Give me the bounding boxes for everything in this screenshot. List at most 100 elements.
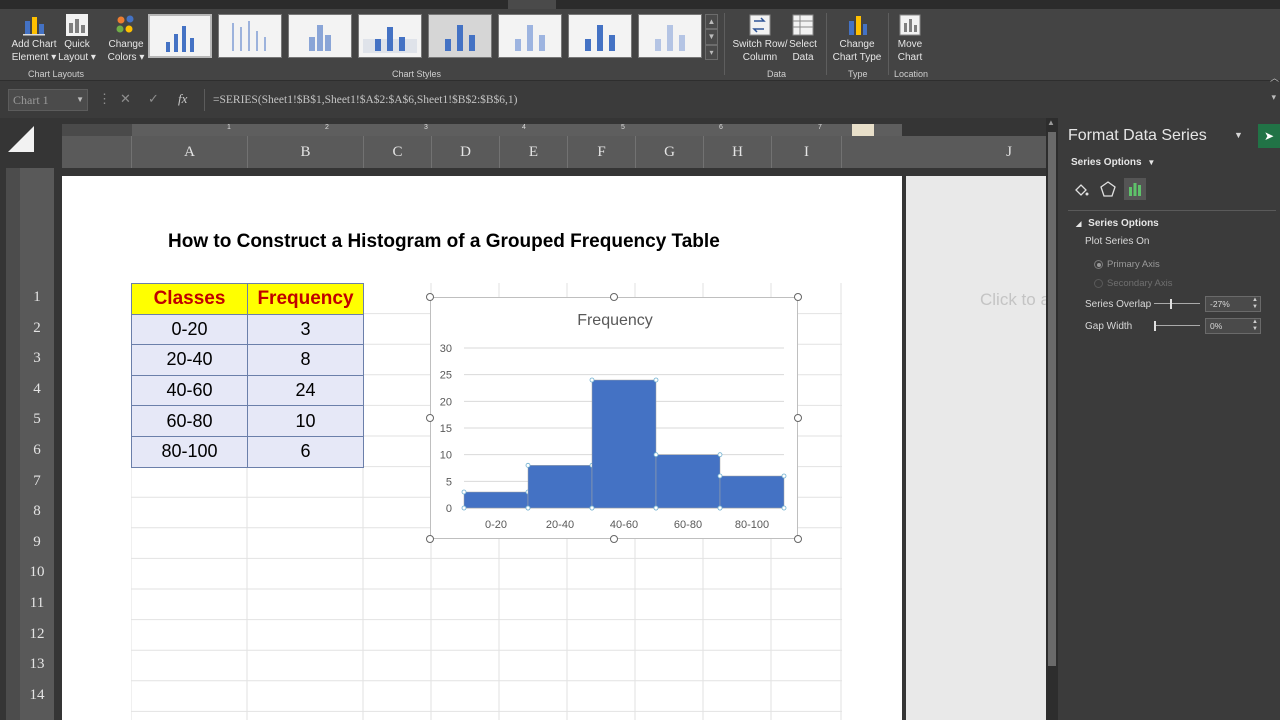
row-header[interactable]: 11 bbox=[20, 595, 54, 626]
vertical-scrollbar[interactable]: ▲ bbox=[1046, 118, 1058, 720]
series-options-dropdown[interactable]: Series Options ▼ bbox=[1071, 157, 1155, 168]
ruler-margin-marker[interactable] bbox=[852, 124, 874, 136]
chart-style-7[interactable] bbox=[568, 14, 632, 58]
row-header[interactable]: 7 bbox=[20, 473, 54, 504]
row-header[interactable]: 6 bbox=[20, 442, 54, 473]
frequency-cell[interactable]: 8 bbox=[247, 344, 364, 376]
series-overlap-slider[interactable] bbox=[1154, 299, 1200, 309]
chart-style-1[interactable] bbox=[148, 14, 212, 58]
chart-plot-area[interactable]: 0 5 10 15 20 25 30 0-20 20-40 40-60 60-80 80-100 bbox=[431, 298, 799, 540]
column-header-b[interactable]: B bbox=[248, 136, 364, 168]
header-placeholder[interactable]: Click to a bbox=[980, 290, 1050, 310]
chart-style-2[interactable] bbox=[218, 14, 282, 58]
resize-handle[interactable] bbox=[426, 535, 434, 543]
row-header[interactable]: 12 bbox=[20, 626, 54, 657]
switch-row-column-button[interactable]: Switch Row/ Column bbox=[732, 13, 788, 64]
formula-input[interactable]: =SERIES(Sheet1!$B$1,Sheet1!$A$2:$A$6,She… bbox=[204, 89, 1268, 111]
chart-style-5[interactable] bbox=[428, 14, 492, 58]
row-header[interactable]: 4 bbox=[20, 381, 54, 412]
scroll-up-icon[interactable]: ▲ bbox=[1047, 118, 1055, 127]
class-cell[interactable]: 40-60 bbox=[131, 374, 248, 407]
column-header-f[interactable]: F bbox=[568, 136, 636, 168]
change-chart-type-button[interactable]: Change Chart Type bbox=[832, 13, 882, 64]
chart-style-4[interactable] bbox=[358, 14, 422, 58]
name-box-dropdown-icon[interactable]: ▼ bbox=[76, 90, 84, 110]
histogram-bar[interactable] bbox=[655, 454, 721, 509]
gallery-up-icon[interactable]: ▲ bbox=[705, 14, 718, 30]
chart-style-3[interactable] bbox=[288, 14, 352, 58]
primary-axis-radio[interactable]: Primary Axis bbox=[1094, 259, 1160, 270]
histogram-bar[interactable] bbox=[463, 491, 529, 509]
column-header-j[interactable]: J bbox=[972, 136, 1046, 168]
column-header-c[interactable]: C bbox=[364, 136, 432, 168]
select-data-button[interactable]: Select Data bbox=[788, 13, 818, 64]
change-colors-button[interactable]: Change Colors ▾ bbox=[106, 13, 146, 64]
secondary-axis-radio[interactable]: Secondary Axis bbox=[1094, 278, 1172, 289]
cancel-icon[interactable]: ✕ bbox=[120, 91, 131, 107]
pane-options-dropdown-icon[interactable]: ▼ bbox=[1234, 130, 1243, 140]
gap-width-slider[interactable] bbox=[1154, 321, 1200, 331]
histogram-bar[interactable] bbox=[527, 465, 593, 509]
class-cell[interactable]: 60-80 bbox=[131, 405, 248, 437]
resize-handle[interactable] bbox=[426, 293, 434, 301]
row-header[interactable]: 10 bbox=[20, 564, 54, 595]
histogram-bar[interactable] bbox=[591, 379, 657, 509]
resize-handle[interactable] bbox=[794, 535, 802, 543]
frequency-cell[interactable]: 6 bbox=[247, 435, 364, 468]
more-options-icon[interactable]: ⋮ bbox=[98, 91, 111, 107]
resize-handle[interactable] bbox=[794, 293, 802, 301]
row-header[interactable]: 13 bbox=[20, 656, 54, 687]
select-all-corner[interactable] bbox=[6, 124, 36, 154]
pane-close-cursor-icon[interactable]: ➤ bbox=[1258, 124, 1280, 148]
gap-width-input[interactable]: 0% ▲ ▼ bbox=[1205, 318, 1261, 334]
classes-header-cell[interactable]: Classes bbox=[131, 283, 248, 315]
gallery-down-icon[interactable]: ▼ bbox=[705, 29, 718, 45]
column-header-i[interactable]: I bbox=[772, 136, 842, 168]
series-overlap-input[interactable]: -27% ▲ ▼ bbox=[1205, 296, 1261, 312]
row-header[interactable]: 1 bbox=[20, 289, 54, 320]
row-header[interactable]: 2 bbox=[20, 320, 54, 351]
series-options-section[interactable]: ◢ Series Options bbox=[1076, 218, 1159, 229]
frequency-cell[interactable]: 24 bbox=[247, 374, 364, 407]
histogram-chart[interactable]: Frequency 0 5 10 15 20 25 30 0-20 20-40 40-60 60-8… bbox=[430, 297, 798, 539]
gallery-scroll[interactable]: ▲ ▼ ▾ bbox=[705, 14, 718, 60]
resize-handle[interactable] bbox=[794, 414, 802, 422]
class-cell[interactable]: 80-100 bbox=[131, 435, 248, 468]
spin-arrows-icon[interactable]: ▲ ▼ bbox=[1252, 319, 1258, 333]
move-chart-button[interactable]: Move Chart bbox=[894, 13, 926, 64]
gallery-more-icon[interactable]: ▾ bbox=[705, 44, 718, 60]
spin-arrows-icon[interactable]: ▲ ▼ bbox=[1252, 297, 1258, 311]
name-box[interactable]: Chart 1 ▼ bbox=[8, 89, 88, 111]
row-header[interactable]: 5 bbox=[20, 411, 54, 442]
fill-line-tab[interactable] bbox=[1070, 178, 1092, 200]
resize-handle[interactable] bbox=[610, 535, 618, 543]
column-header-h[interactable]: H bbox=[704, 136, 772, 168]
quick-layout-button[interactable]: Quick Layout ▾ bbox=[58, 13, 96, 64]
resize-handle[interactable] bbox=[610, 293, 618, 301]
row-header[interactable]: 8 bbox=[20, 503, 54, 534]
chart-style-6[interactable] bbox=[498, 14, 562, 58]
column-header-g[interactable]: G bbox=[636, 136, 704, 168]
effects-tab[interactable] bbox=[1097, 178, 1119, 200]
row-header[interactable]: 3 bbox=[20, 350, 54, 381]
slider-knob[interactable] bbox=[1154, 321, 1156, 331]
insert-function-icon[interactable]: fx bbox=[178, 91, 187, 107]
class-cell[interactable]: 20-40 bbox=[131, 344, 248, 376]
expand-formula-bar-icon[interactable]: ▾ bbox=[1271, 92, 1276, 103]
active-ribbon-tab[interactable] bbox=[508, 0, 556, 9]
row-header[interactable]: 9 bbox=[20, 534, 54, 565]
frequency-cell[interactable]: 3 bbox=[247, 313, 364, 346]
class-cell[interactable]: 0-20 bbox=[131, 313, 248, 346]
series-options-tab[interactable] bbox=[1124, 178, 1146, 200]
enter-icon[interactable]: ✓ bbox=[148, 91, 159, 107]
column-header-e[interactable]: E bbox=[500, 136, 568, 168]
column-header-a[interactable]: A bbox=[132, 136, 248, 168]
slider-knob[interactable] bbox=[1170, 299, 1173, 309]
scrollbar-thumb[interactable] bbox=[1048, 132, 1056, 666]
add-chart-element-button[interactable]: Add Chart Element ▾ bbox=[8, 13, 60, 64]
resize-handle[interactable] bbox=[426, 414, 434, 422]
column-header-d[interactable]: D bbox=[432, 136, 500, 168]
ribbon-collapse-icon[interactable]: ︿ bbox=[1270, 71, 1279, 84]
histogram-bar[interactable] bbox=[719, 475, 785, 509]
chart-style-8[interactable] bbox=[638, 14, 702, 58]
